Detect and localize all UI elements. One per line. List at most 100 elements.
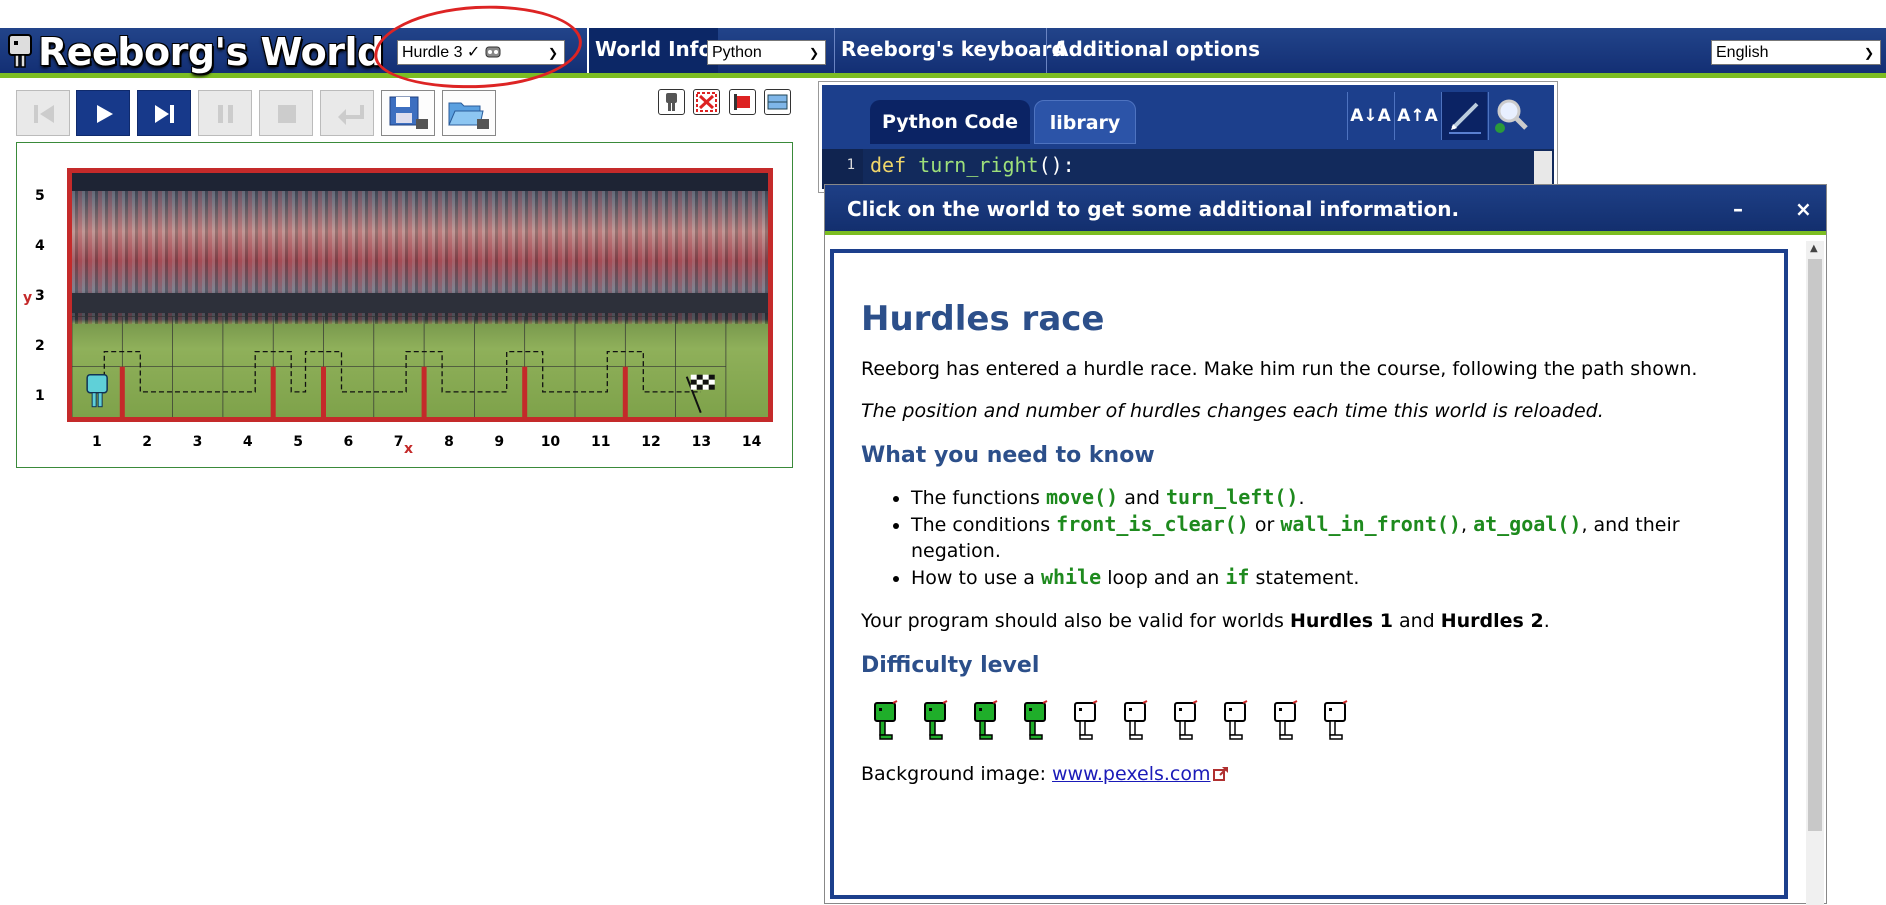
code-editor[interactable]: 1 def turn_right(): [822,149,1554,189]
return-button[interactable] [320,90,374,136]
x-tick: 9 [494,434,505,450]
return-arrow-icon [338,105,364,125]
hurdle-wall [119,366,125,417]
goal-flag-square [696,384,703,390]
close-icon[interactable]: × [1795,185,1812,233]
robot-leg [91,392,97,408]
folder-open-icon [448,102,489,129]
difficulty-robot-filled-icon [971,700,1001,742]
x-axis-letter: x [404,441,414,457]
dialog-scrollbar[interactable]: ▲ [1806,241,1824,905]
section-heading-difficulty: Difficulty level [861,653,1040,678]
world-info-button[interactable]: World Info [587,28,719,73]
code-at-goal: at_goal() [1473,512,1582,536]
increase-font-button[interactable]: A↑A [1394,92,1440,140]
floppy-disk-icon [389,96,428,129]
difficulty-level-rating [861,700,1757,744]
line-number: 1 [822,149,863,189]
code-line[interactable]: def turn_right(): [870,149,1075,181]
difficulty-robot-filled-icon [921,700,951,742]
requirements-list: The functions move() and turn_left(). Th… [861,484,1757,591]
goal-flag-square [708,379,715,385]
pexels-link[interactable]: www.pexels.com [1052,763,1210,785]
code-while: while [1040,565,1102,589]
difficulty-robot-empty-icon [1221,700,1251,742]
goal-flag-square [696,374,703,380]
wall-menu-icon[interactable] [693,89,720,115]
hurdle-wall [270,366,276,417]
play-icon [97,105,113,123]
y-axis-letter: y [23,290,33,306]
x-tick: 12 [641,434,661,450]
watch-variables-button[interactable] [1488,92,1534,140]
highlight-pen-button[interactable] [1441,92,1487,140]
reeborg-keyboard-button[interactable]: Reeborg's keyboard [834,28,1072,73]
hurdle-wall [522,366,528,417]
pause-icon [218,105,233,123]
difficulty-robot-empty-icon [1321,700,1351,742]
step-forward-icon [155,105,174,123]
code-move: move() [1045,485,1119,509]
code-front-is-clear: front_is_clear() [1056,512,1249,536]
x-tick: 2 [142,434,153,450]
code-if: if [1225,565,1250,589]
code-punctuation: (): [1038,153,1075,177]
additional-options-button[interactable]: Additional options [1046,28,1266,73]
save-file-button[interactable] [381,90,435,136]
step-button[interactable] [137,90,191,136]
y-tick: 1 [35,388,45,404]
code-keyword: def [870,153,919,177]
world-note: The position and number of hurdles chang… [861,400,1604,422]
open-file-button[interactable] [442,90,496,136]
x-tick: 4 [242,434,253,450]
decrease-font-button[interactable]: A↓A [1347,92,1393,140]
difficulty-robot-filled-icon [871,700,901,742]
chevron-down-icon: ❯ [1863,46,1874,60]
x-tick: 1 [92,434,102,450]
objects-menu-icon[interactable] [729,89,756,115]
minimize-icon[interactable]: – [1733,185,1743,233]
run-button[interactable] [76,90,130,136]
programming-language-value: Python [712,44,762,61]
red-annotation-circle [371,0,585,94]
ui-language-select[interactable]: English ❯ [1711,40,1881,65]
code-turn-left: turn_left() [1166,485,1299,509]
external-link-icon [1212,767,1228,781]
code-editor-panel: Python Code library A↓A A↑A 1 def turn_r… [818,81,1558,193]
x-tick: 3 [192,434,203,450]
world-canvas[interactable] [67,168,773,422]
difficulty-robot-empty-icon [1171,700,1201,742]
world-description: Reeborg has entered a hurdle race. Make … [861,358,1698,380]
list-item: How to use a while loop and an if statem… [911,564,1757,591]
pause-button[interactable] [198,90,252,136]
reload-button[interactable] [16,90,70,136]
x-tick: 13 [691,434,712,450]
x-tick: 10 [540,434,561,450]
dialog-content: Hurdles race Reeborg has entered a hurdl… [830,249,1788,899]
background-credit: Background image: www.pexels.com [861,762,1757,786]
stop-button[interactable] [259,90,313,136]
top-menu-bar: Reeborg's World Hurdle 3 ✓ ❯ World Info … [0,28,1886,78]
world-editor-icon[interactable] [764,89,791,115]
reeborg-logo-icon [8,34,32,68]
x-tick: 8 [444,434,454,450]
app-logo-text: Reeborg's World [38,30,384,74]
x-tick: 7 [393,434,404,450]
dialog-title: Click on the world to get some additiona… [847,197,1460,221]
goal-flag-square [696,379,703,385]
dialog-title-bar[interactable]: Click on the world to get some additiona… [825,185,1826,235]
tab-python-code[interactable]: Python Code [870,100,1030,144]
programming-language-select[interactable]: Python ❯ [707,40,826,65]
robot-leg [97,392,103,408]
goal-flag-square [702,374,709,380]
x-tick: 6 [343,434,354,450]
goal-flag-square [690,374,697,380]
x-tick: 14 [741,434,762,450]
path-to-follow [103,350,701,393]
skip-back-icon [34,105,54,123]
tab-library[interactable]: library [1034,100,1136,144]
robot-icon [86,373,108,394]
difficulty-robot-empty-icon [1071,700,1101,742]
robot-menu-icon[interactable] [658,89,685,115]
stop-icon [278,105,296,123]
